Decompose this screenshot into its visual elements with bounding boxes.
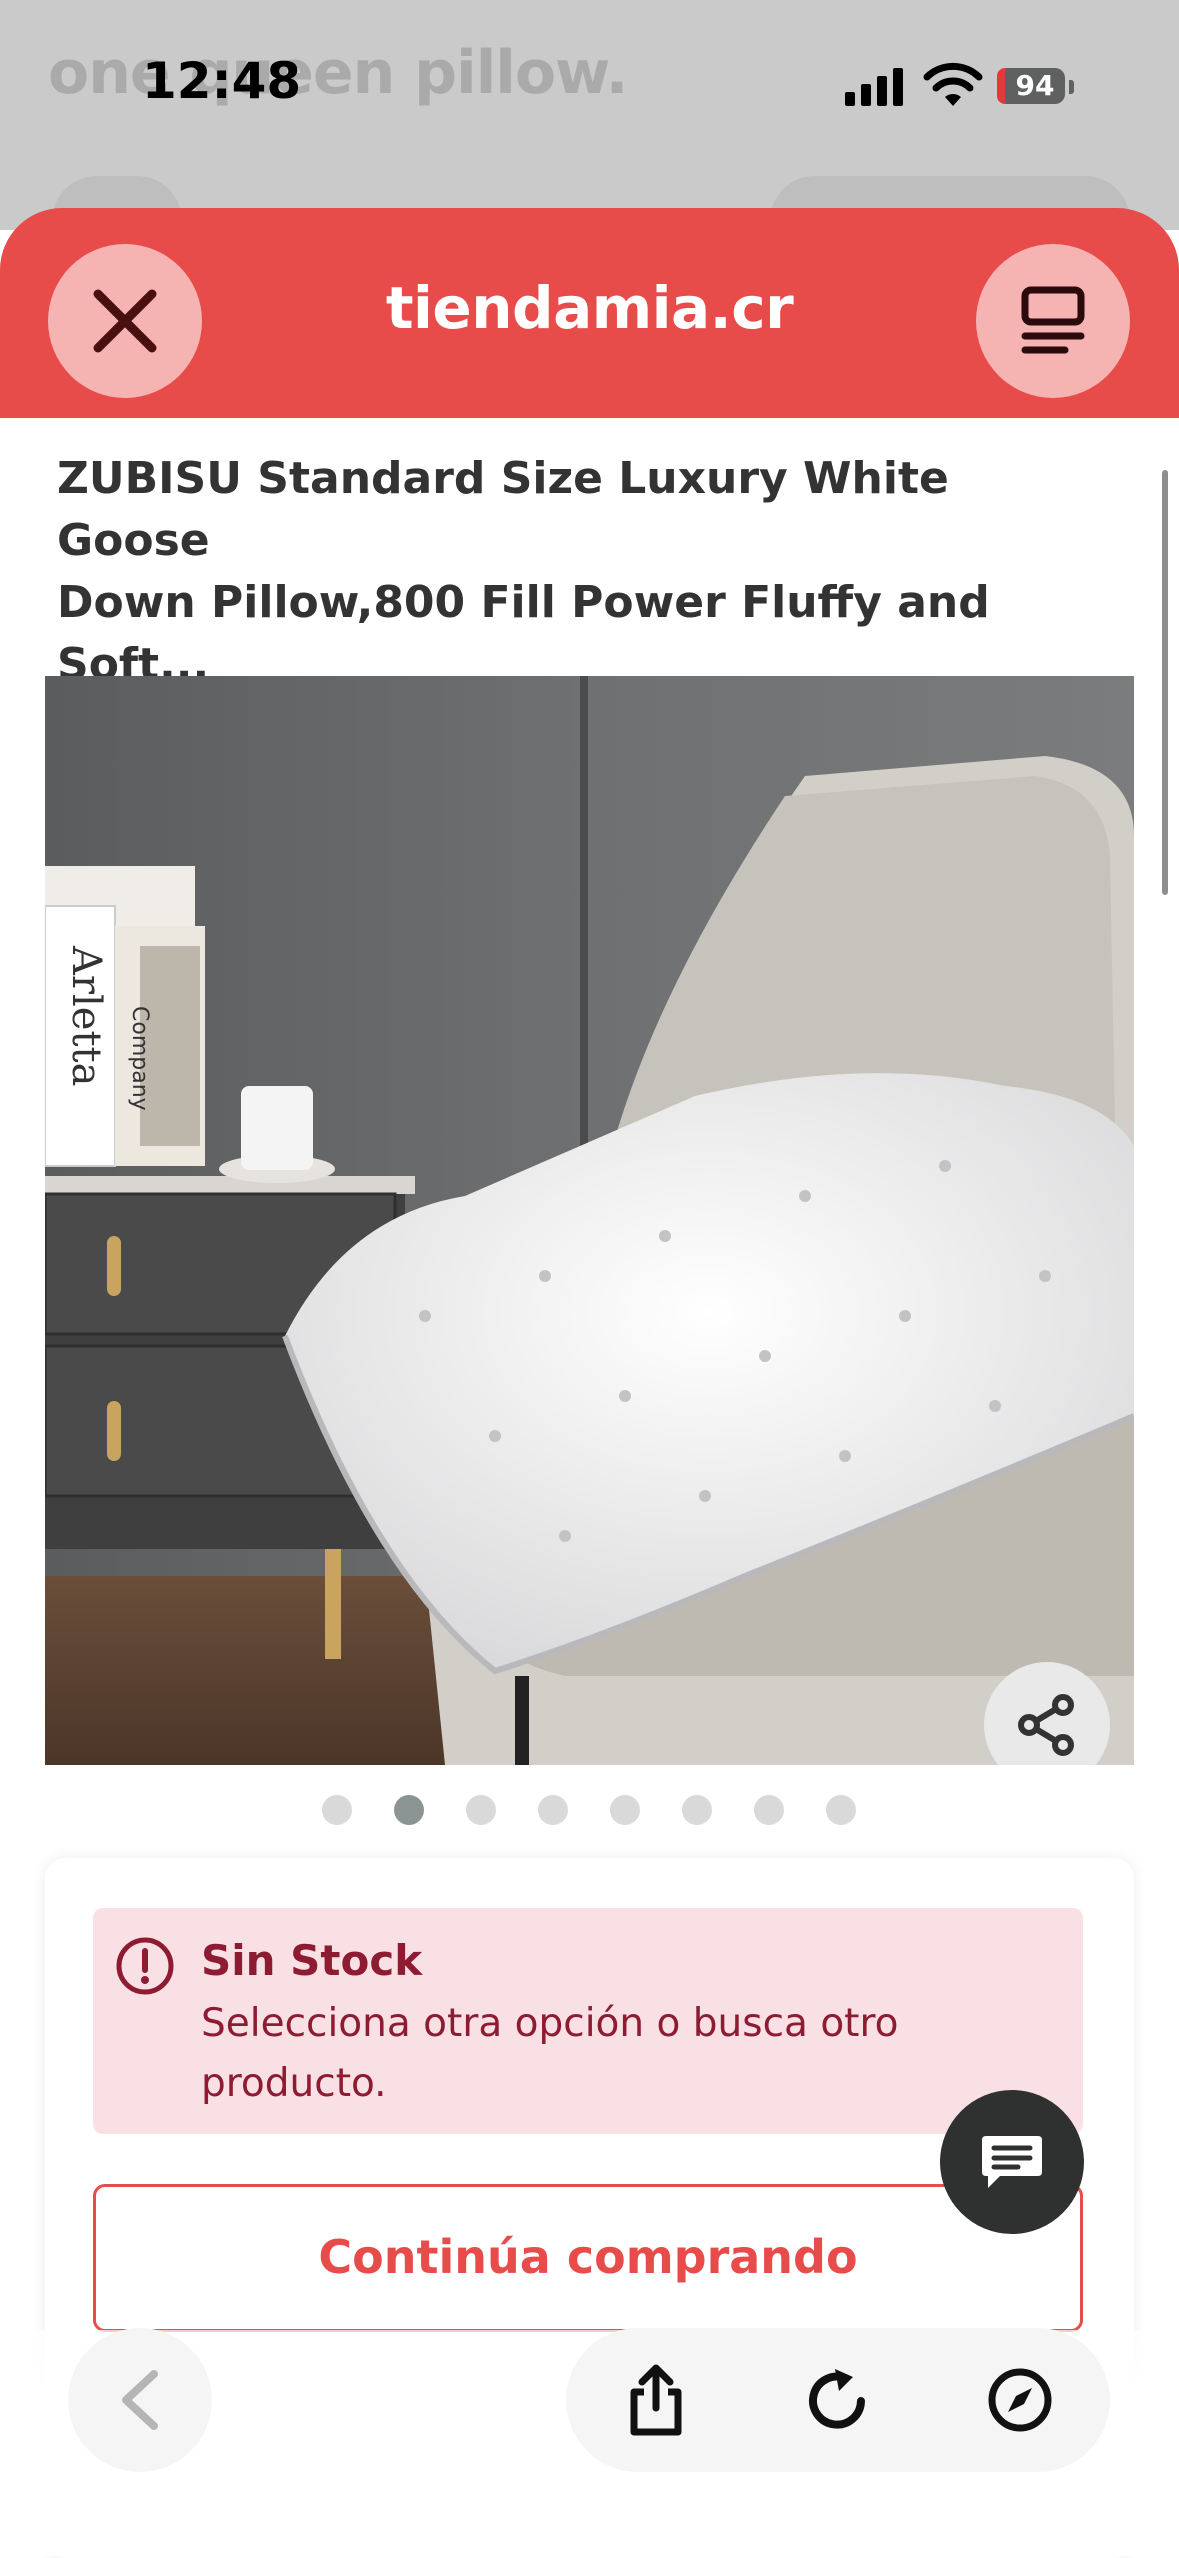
browser-toolbar bbox=[566, 2328, 1110, 2472]
carousel-dot[interactable] bbox=[754, 1795, 784, 1825]
open-in-safari-button[interactable] bbox=[984, 2364, 1056, 2436]
chat-button[interactable] bbox=[940, 2090, 1084, 2234]
book-spine-text-2: Company bbox=[127, 1006, 152, 1111]
reload-button[interactable] bbox=[802, 2364, 874, 2436]
battery-icon: 94 bbox=[997, 68, 1065, 104]
alert-message: Selecciona otra opción o busca otro prod… bbox=[201, 2001, 899, 2106]
status-time: 12:48 bbox=[142, 52, 302, 110]
background-page: one queen pillow. bbox=[0, 0, 1179, 266]
carousel-dot[interactable] bbox=[322, 1795, 352, 1825]
product-title: ZUBISU Standard Size Luxury White Goose … bbox=[57, 453, 990, 690]
pillow-photo: Arletta Company bbox=[45, 676, 1134, 1765]
alert-circle-icon bbox=[116, 1937, 174, 1995]
book-spine-text-1: Arletta bbox=[63, 945, 109, 1086]
share-button[interactable] bbox=[620, 2364, 692, 2436]
back-button[interactable] bbox=[68, 2328, 212, 2472]
reload-icon bbox=[809, 2369, 865, 2429]
carousel-dot-active[interactable] bbox=[394, 1795, 424, 1825]
product-image[interactable]: Arletta Company bbox=[45, 676, 1134, 1765]
cellular-signal-icon bbox=[845, 66, 905, 106]
alert-title: Sin Stock bbox=[201, 1936, 423, 1985]
carousel-dot[interactable] bbox=[610, 1795, 640, 1825]
carousel-dot[interactable] bbox=[466, 1795, 496, 1825]
share-icon bbox=[630, 2364, 682, 2436]
out-of-stock-alert: Sin Stock Selecciona otra opción o busca… bbox=[93, 1908, 1083, 2134]
background-heading: one queen pillow. bbox=[48, 38, 628, 108]
scroll-indicator[interactable] bbox=[1162, 470, 1168, 895]
sheet-header: tiendamia.cr bbox=[0, 208, 1179, 418]
reader-mode-icon bbox=[1021, 286, 1085, 354]
carousel-dot[interactable] bbox=[682, 1795, 712, 1825]
carousel-dot[interactable] bbox=[826, 1795, 856, 1825]
wifi-icon bbox=[923, 62, 983, 106]
reader-mode-button[interactable] bbox=[976, 244, 1130, 398]
continue-shopping-button[interactable]: Continúa comprando bbox=[93, 2184, 1083, 2332]
battery-tip bbox=[1069, 80, 1074, 94]
battery-level: 94 bbox=[1015, 69, 1055, 102]
carousel-dots bbox=[0, 1795, 1179, 1827]
carousel-dot[interactable] bbox=[538, 1795, 568, 1825]
chevron-left-icon bbox=[122, 2370, 158, 2430]
share-nodes-icon bbox=[1018, 1694, 1074, 1756]
chat-bubble-icon bbox=[982, 2136, 1042, 2188]
compass-icon bbox=[988, 2368, 1052, 2432]
